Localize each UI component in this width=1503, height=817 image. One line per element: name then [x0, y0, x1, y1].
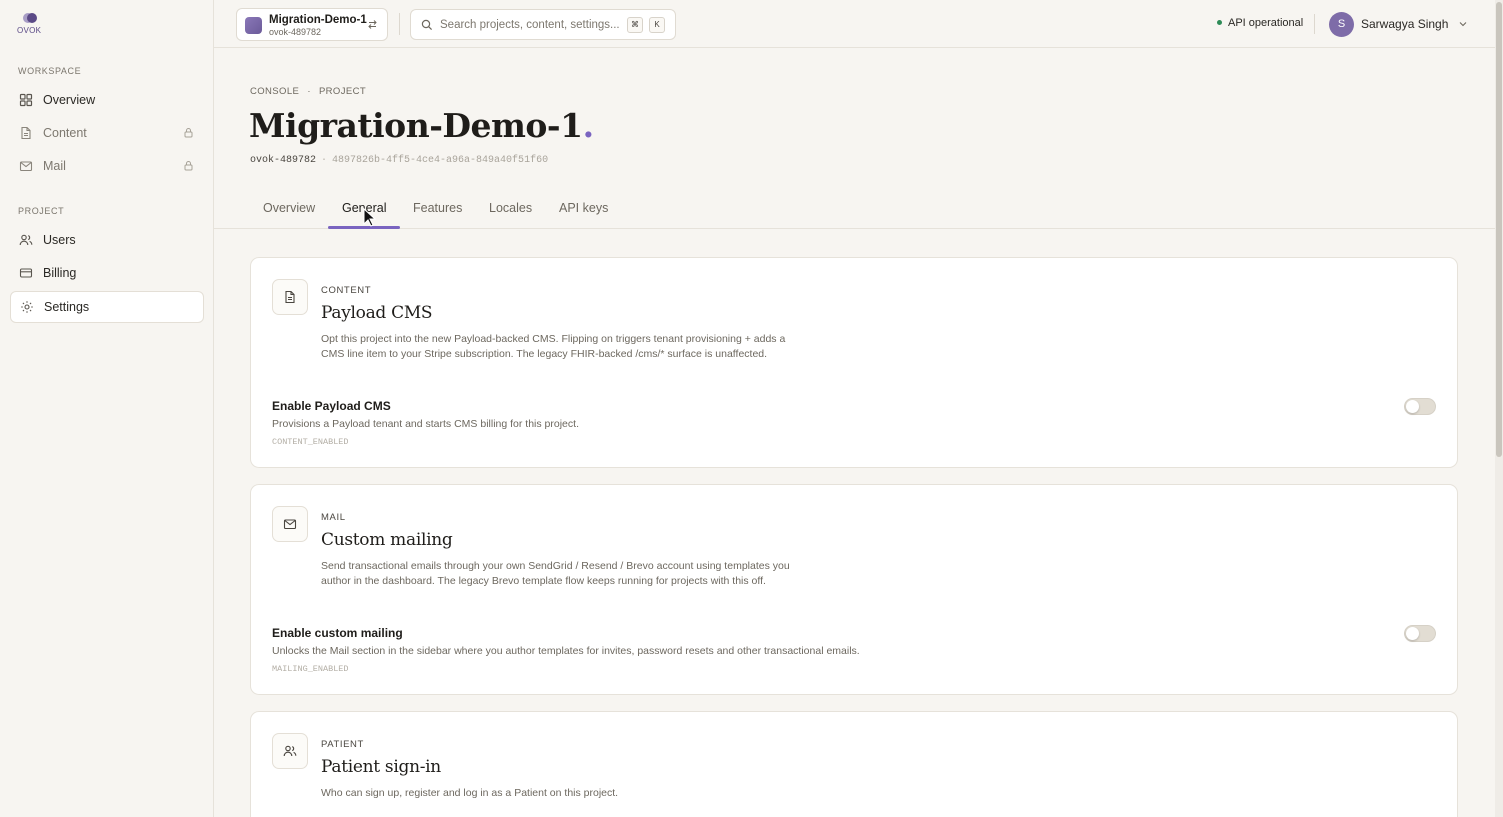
logo-mark-icon — [23, 13, 37, 25]
project-uuid: 4897826b-4ff5-4ce4-a96a-849a40f51f60 — [332, 155, 549, 166]
setting-title: Enable Payload CMS — [272, 399, 391, 413]
lock-icon — [184, 161, 193, 171]
api-status-label: API operational — [1228, 17, 1304, 29]
user-menu[interactable]: S Sarwagya Singh — [1329, 11, 1468, 37]
sidebar-item-label: Billing — [43, 266, 77, 280]
id-separator: · — [321, 155, 328, 166]
breadcrumb: CONSOLE · PROJECT — [250, 86, 366, 97]
enable-custom-mailing-toggle[interactable] — [1404, 625, 1436, 642]
sidebar-item-settings[interactable]: Settings — [10, 291, 204, 323]
tab-api-keys[interactable]: API keys — [559, 201, 608, 215]
mail-icon — [19, 159, 33, 173]
tab-features[interactable]: Features — [413, 201, 462, 215]
enable-payload-cms-toggle[interactable] — [1404, 398, 1436, 415]
sidebar-item-users[interactable]: Users — [10, 224, 204, 256]
divider — [1314, 14, 1315, 34]
search-icon — [421, 19, 433, 31]
project-switcher-name: Migration-Demo-1 — [269, 14, 367, 26]
logo-wordmark: OVOK — [17, 26, 42, 35]
page-title-accent: . — [582, 106, 595, 145]
custom-mailing-card: MAIL Custom mailing Send transactional e… — [250, 484, 1458, 695]
card-title: Payload CMS — [321, 303, 433, 323]
shortcut-key-cmd: ⌘ — [627, 17, 643, 33]
project-switcher[interactable]: Migration-Demo-1 ovok-489782 — [236, 8, 388, 41]
sidebar-item-label: Mail — [43, 159, 66, 173]
ovok-logo[interactable]: OVOK — [17, 12, 43, 38]
scrollbar-thumb[interactable] — [1496, 2, 1502, 457]
user-name: Sarwagya Singh — [1361, 17, 1449, 31]
page-title-text: Migration-Demo-1 — [249, 106, 583, 145]
shortcut-key-k: K — [649, 17, 665, 33]
users-icon — [272, 733, 308, 769]
status-dot-icon — [1217, 19, 1222, 25]
project-switcher-id: ovok-489782 — [269, 27, 322, 37]
tab-locales[interactable]: Locales — [489, 201, 532, 215]
project-identifiers: ovok-489782 · 4897826b-4ff5-4ce4-a96a-849a… — [250, 155, 548, 166]
project-avatar — [245, 17, 262, 34]
card-description: Send transactional emails through your o… — [321, 560, 790, 588]
breadcrumb-console[interactable]: CONSOLE — [250, 86, 299, 97]
document-icon — [19, 126, 33, 140]
toggle-knob — [1406, 627, 1419, 640]
workspace-section-label: WORKSPACE — [18, 66, 82, 76]
topbar: Migration-Demo-1 ovok-489782 Search proj… — [214, 0, 1503, 48]
grid-icon — [19, 93, 33, 107]
payload-cms-card: CONTENT Payload CMS Opt this project int… — [250, 257, 1458, 468]
mouse-cursor-icon — [363, 208, 377, 227]
chevron-down-icon — [1460, 22, 1467, 27]
divider — [399, 13, 400, 35]
avatar: S — [1329, 11, 1354, 37]
card-description: Who can sign up, register and log in as … — [321, 787, 619, 799]
tab-overview[interactable]: Overview — [263, 201, 315, 215]
swap-icon — [368, 20, 377, 29]
card-title: Patient sign-in — [321, 757, 441, 777]
card-description: Opt this project into the new Payload-ba… — [321, 333, 786, 361]
sidebar-item-label: Content — [43, 126, 87, 140]
card-icon — [19, 266, 33, 280]
gear-icon — [20, 300, 34, 314]
patient-signin-card: PATIENT Patient sign-in Who can sign up,… — [250, 711, 1458, 817]
search-input[interactable]: Search projects, content, settings... ⌘ … — [410, 9, 676, 40]
sidebar-item-label: Users — [43, 233, 76, 247]
sidebar-item-label: Settings — [44, 300, 90, 314]
api-status: API operational — [1217, 17, 1303, 29]
project-section-label: PROJECT — [18, 206, 65, 216]
sidebar-item-billing[interactable]: Billing — [10, 257, 204, 289]
page-title: Migration-Demo-1. — [249, 106, 594, 145]
page-scrollbar[interactable] — [1495, 0, 1503, 817]
setting-description: Unlocks the Mail section in the sidebar … — [272, 645, 860, 657]
breadcrumb-project[interactable]: PROJECT — [319, 86, 366, 97]
sidebar: OVOK WORKSPACE Overview Content Mail PRO… — [0, 0, 214, 817]
setting-title: Enable custom mailing — [272, 626, 403, 640]
sidebar-item-mail[interactable]: Mail — [10, 150, 204, 182]
sidebar-item-label: Overview — [43, 93, 96, 107]
search-placeholder: Search projects, content, settings... — [440, 19, 620, 31]
sidebar-item-content[interactable]: Content — [10, 117, 204, 149]
card-kicker: CONTENT — [321, 285, 372, 296]
card-kicker: PATIENT — [321, 739, 364, 750]
users-icon — [19, 233, 33, 247]
tab-bar: Overview General Features Locales API ke… — [214, 196, 1503, 229]
sidebar-item-overview[interactable]: Overview — [10, 84, 204, 116]
setting-key: MAILING_ENABLED — [272, 664, 349, 674]
breadcrumb-separator: · — [307, 86, 311, 97]
document-icon — [272, 279, 308, 315]
card-title: Custom mailing — [321, 530, 453, 550]
mail-icon — [272, 506, 308, 542]
lock-icon — [184, 128, 193, 138]
toggle-knob — [1406, 400, 1419, 413]
setting-description: Provisions a Payload tenant and starts C… — [272, 418, 579, 430]
setting-key: CONTENT_ENABLED — [272, 437, 349, 447]
card-kicker: MAIL — [321, 512, 346, 523]
project-id: ovok-489782 — [250, 155, 317, 166]
